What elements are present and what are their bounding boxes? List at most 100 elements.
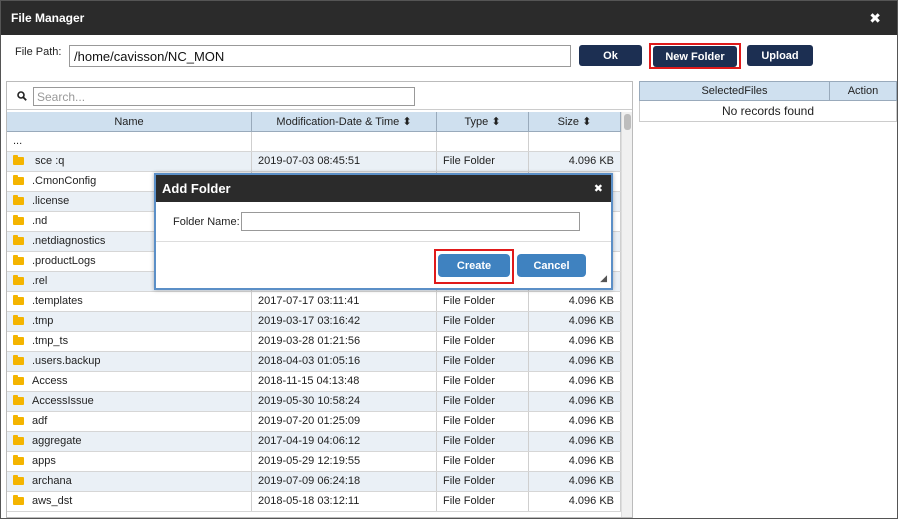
cell-date: 2018-04-03 01:05:16 xyxy=(252,352,437,371)
folder-icon xyxy=(13,295,24,305)
cell-size: 4.096 KB xyxy=(529,432,621,451)
cell-size: 4.096 KB xyxy=(529,412,621,431)
col-type-header[interactable]: Type ⬍ xyxy=(437,112,529,131)
col-action: Action xyxy=(847,85,879,97)
col-name-header[interactable]: Name xyxy=(7,112,252,131)
folder-icon xyxy=(13,355,24,365)
table-row[interactable]: apps 2019-05-29 12:19:55 File Folder 4.096 … xyxy=(7,452,621,472)
title-bar: File Manager ✖ xyxy=(1,1,897,35)
cell-type: File Folder xyxy=(437,452,529,471)
resize-handle-icon[interactable]: ◢ xyxy=(600,273,607,284)
table-row[interactable]: adf 2019-07-20 01:25:09 File Folder 4.096 K… xyxy=(7,412,621,432)
table-row[interactable]: aws_dst 2018-05-18 03:12:11 File Folder 4.0… xyxy=(7,492,621,512)
cell-type: File Folder xyxy=(437,332,529,351)
selected-files-panel: SelectedFiles Action No records found xyxy=(639,81,897,123)
file-name: Access xyxy=(32,375,68,387)
search-input[interactable] xyxy=(33,87,415,106)
table-row[interactable]: .tmp 2019-03-17 03:16:42 File Folder 4.096 … xyxy=(7,312,621,332)
col-date-header[interactable]: Modification-Date & Time ⬍ xyxy=(252,112,437,131)
cell-size: 4.096 KB xyxy=(529,472,621,491)
folder-icon xyxy=(13,235,24,245)
cell-name: AccessIssue xyxy=(7,392,252,411)
file-path-input[interactable] xyxy=(69,45,571,67)
cell-date: 2018-11-15 04:13:48 xyxy=(252,372,437,391)
cell-type: File Folder xyxy=(437,412,529,431)
folder-icon xyxy=(13,175,24,185)
selected-files-header: SelectedFiles Action xyxy=(639,81,897,101)
cell-name: .users.backup xyxy=(7,352,252,371)
cell-size: 4.096 KB xyxy=(529,352,621,371)
file-name: aggregate xyxy=(32,435,82,447)
dialog-title-bar: Add Folder ✖ xyxy=(156,175,611,202)
file-name: .users.backup xyxy=(32,355,101,367)
empty-records-text: No records found xyxy=(639,101,897,122)
file-name: archana xyxy=(32,475,72,487)
cell-type: File Folder xyxy=(437,352,529,371)
cell-name: apps xyxy=(7,452,252,471)
folder-icon xyxy=(13,455,24,465)
cell-name: Access xyxy=(7,372,252,391)
cell-name: adf xyxy=(7,412,252,431)
grid-header: Name Modification-Date & Time ⬍ Type ⬍ S… xyxy=(7,112,621,132)
close-icon[interactable]: ✖ xyxy=(869,10,881,27)
cell-date: 2019-05-30 10:58:24 xyxy=(252,392,437,411)
file-path-label: File Path: xyxy=(15,46,62,58)
cell-type: File Folder xyxy=(437,312,529,331)
table-row[interactable]: sce :q 2019-07-03 08:45:51 File Folder 4.09… xyxy=(7,152,621,172)
file-manager-window: File Manager ✖ File Path: Ok New Folder … xyxy=(0,0,898,519)
file-name: AccessIssue xyxy=(32,395,94,407)
table-row[interactable]: .users.backup 2018-04-03 01:05:16 File Fol… xyxy=(7,352,621,372)
folder-icon xyxy=(13,195,24,205)
cancel-button[interactable]: Cancel xyxy=(517,254,586,277)
scrollbar-thumb[interactable] xyxy=(624,114,631,130)
cell-size: 4.096 KB xyxy=(529,392,621,411)
parent-dir-row[interactable]: ... xyxy=(7,132,621,152)
file-name: .rel xyxy=(32,275,48,287)
cell-type xyxy=(437,132,529,151)
cell-name: aws_dst xyxy=(7,492,252,511)
folder-icon xyxy=(13,475,24,485)
cell-size: 4.096 KB xyxy=(529,312,621,331)
dialog-close-icon[interactable]: ✖ xyxy=(594,182,603,195)
cell-type: File Folder xyxy=(437,392,529,411)
file-name: .productLogs xyxy=(32,255,96,267)
cell-type: File Folder xyxy=(437,152,529,171)
ok-button[interactable]: Ok xyxy=(579,45,642,66)
create-button[interactable]: Create xyxy=(438,254,510,277)
file-name: .tmp xyxy=(32,315,54,327)
new-folder-button[interactable]: New Folder xyxy=(653,46,737,67)
folder-icon xyxy=(13,315,24,325)
folder-icon xyxy=(13,335,24,345)
grid-scrollbar[interactable] xyxy=(621,112,632,517)
file-name: adf xyxy=(32,415,48,427)
col-size-header[interactable]: Size ⬍ xyxy=(529,112,621,131)
table-row[interactable]: archana 2019-07-09 06:24:18 File Folder 4.0… xyxy=(7,472,621,492)
file-name: .templates xyxy=(32,295,83,307)
folder-icon xyxy=(13,215,24,225)
table-row[interactable]: .templates 2017-07-17 03:11:41 File Folder… xyxy=(7,292,621,312)
cell-size: 4.096 KB xyxy=(529,452,621,471)
table-row[interactable]: aggregate 2017-04-19 04:06:12 File Folder 4… xyxy=(7,432,621,452)
table-row[interactable]: AccessIssue 2019-05-30 10:58:24 File Folde… xyxy=(7,392,621,412)
table-row[interactable]: .tmp_ts 2019-03-28 01:21:56 File Folder 4.0… xyxy=(7,332,621,352)
cell-size: 4.096 KB xyxy=(529,332,621,351)
file-name: aws_dst xyxy=(32,495,73,507)
dialog-body: Folder Name: xyxy=(156,202,611,242)
path-bar: File Path: Ok New Folder Upload xyxy=(1,35,897,79)
file-name: .tmp_ts xyxy=(32,335,69,347)
cell-size: 4.096 KB xyxy=(529,492,621,511)
table-row[interactable]: Access 2018-11-15 04:13:48 File Folder 4.09… xyxy=(7,372,621,392)
folder-name-input[interactable] xyxy=(241,212,580,231)
cell-type: File Folder xyxy=(437,472,529,491)
cell-date: 2019-03-28 01:21:56 xyxy=(252,332,437,351)
file-name: .license xyxy=(32,195,70,207)
upload-button[interactable]: Upload xyxy=(747,45,813,66)
cell-type: File Folder xyxy=(437,292,529,311)
folder-name-label: Folder Name: xyxy=(173,216,240,228)
cell-size: 4.096 KB xyxy=(529,152,621,171)
cell-date xyxy=(252,132,437,151)
cell-date: 2018-05-18 03:12:11 xyxy=(252,492,437,511)
search-icon xyxy=(17,90,27,104)
cell-date: 2019-05-29 12:19:55 xyxy=(252,452,437,471)
folder-icon xyxy=(13,395,24,405)
